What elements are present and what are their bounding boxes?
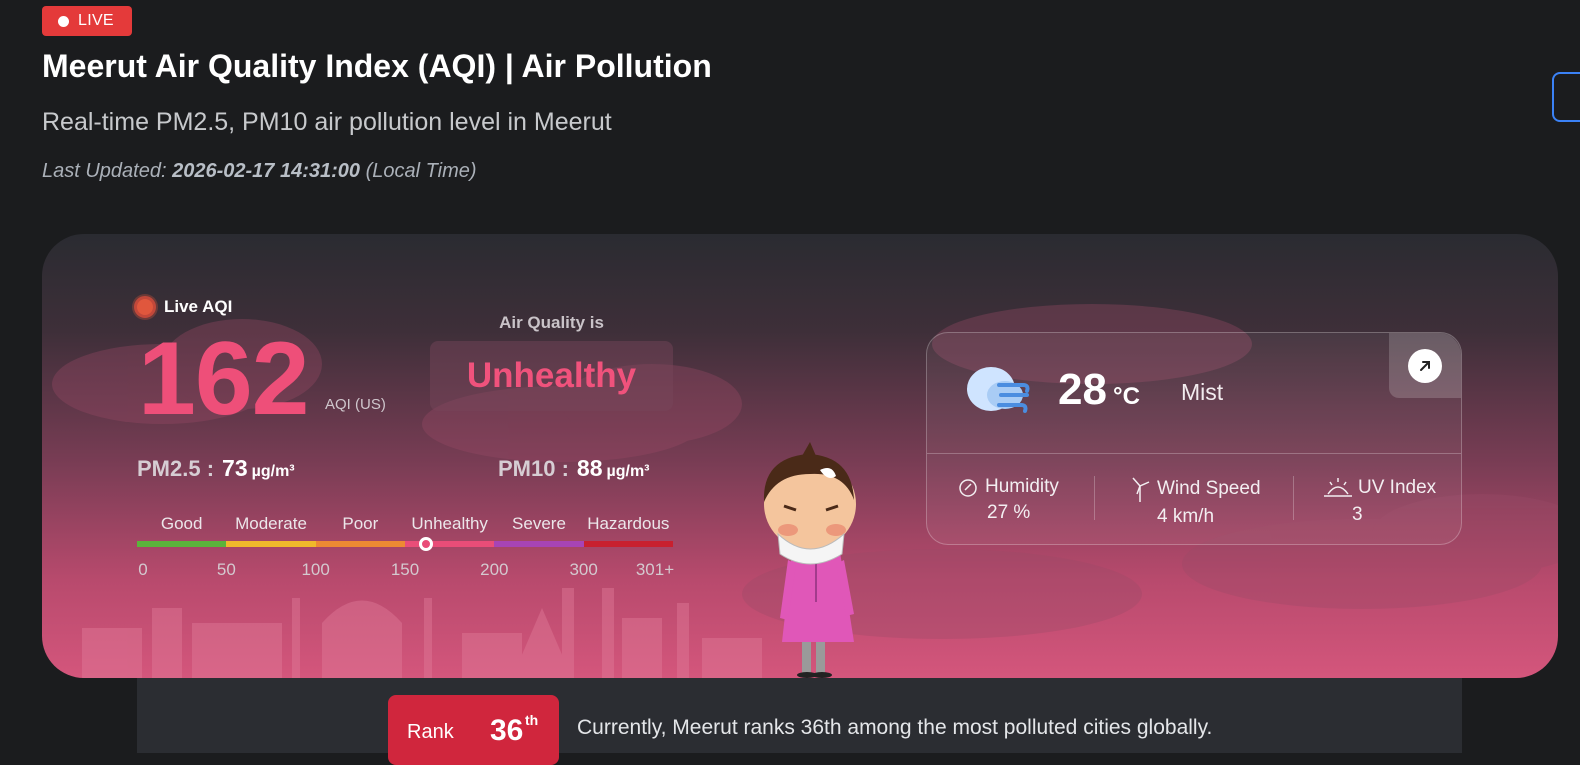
scale-number: 100: [301, 560, 330, 579]
last-updated-time: 2026-02-17 14:31:00: [172, 160, 361, 182]
temperature-value: 28: [1058, 365, 1107, 414]
wind-speed-value: 4 km/h: [1157, 506, 1215, 527]
wind-speed-metric: Wind Speed 4 km/h: [1129, 476, 1261, 528]
masked-character-illustration: [763, 442, 856, 678]
air-quality-status-text: Unhealthy: [466, 356, 637, 395]
wind-speed-label: Wind Speed: [1157, 478, 1261, 499]
pm10-unit: µg/m³: [606, 463, 650, 480]
scale-number: 0: [138, 560, 148, 579]
scale-number: 300: [569, 560, 598, 579]
scale-label-good: Good: [160, 514, 203, 533]
temperature-unit: °C: [1113, 383, 1140, 410]
scale-label-moderate: Moderate: [235, 514, 307, 533]
live-aqi-dot-icon: [134, 296, 156, 318]
aqi-scale-labels: Good Moderate Poor Unhealthy Severe Haza…: [137, 514, 673, 534]
aqi-scale-numbers: 0 50 100 150 200 300 301+: [137, 560, 675, 580]
humidity-metric: Humidity 27 %: [957, 476, 1059, 524]
cloud-wind-icon: [967, 367, 1030, 413]
scale-segment-hazardous: [583, 541, 673, 547]
page-subtitle: Real-time PM2.5, PM10 air pollution leve…: [42, 108, 612, 136]
rank-description: Currently, Meerut ranks 36th among the m…: [577, 716, 1213, 739]
pm25-unit: µg/m³: [251, 463, 295, 480]
scale-number: 150: [390, 560, 420, 579]
scale-segment-good: [137, 541, 227, 547]
pm25-label: PM2.5 :: [137, 456, 215, 481]
weather-metrics: Humidity 27 % Wind Speed 4 km/h UV Index…: [927, 454, 1461, 546]
aqi-scale-bar: [137, 541, 673, 547]
live-aqi-label: Live AQI: [164, 297, 233, 316]
uv-index-label: UV Index: [1358, 477, 1437, 498]
air-quality-label: Air Quality is: [499, 313, 604, 332]
pm10-value: 88: [576, 455, 603, 481]
last-updated-prefix: Last Updated:: [42, 160, 173, 182]
metric-divider: [1094, 476, 1095, 520]
weather-card: 28 °C Mist Humidity 27 % Wind Speed 4 km…: [926, 332, 1462, 545]
scale-segment-severe: [494, 541, 584, 547]
humidity-icon: [959, 479, 977, 497]
scale-segment-poor: [315, 541, 405, 547]
scale-segment-moderate: [226, 541, 316, 547]
last-updated: Last Updated: 2026-02-17 14:31:00 (Local…: [42, 160, 477, 183]
rank-suffix: th: [525, 712, 539, 728]
rank-label: Rank: [407, 721, 454, 743]
weather-details-button[interactable]: [1389, 333, 1461, 398]
scale-label-poor: Poor: [342, 514, 379, 533]
humidity-value: 27 %: [987, 502, 1031, 523]
last-updated-suffix: (Local Time): [360, 160, 477, 182]
humidity-label: Humidity: [985, 476, 1059, 497]
aqi-unit: AQI (US): [325, 396, 386, 413]
live-badge-label: LIVE: [78, 12, 114, 29]
live-badge: LIVE: [42, 6, 132, 36]
pm25-readout: PM2.5 : 73 µg/m³: [137, 455, 295, 482]
scale-number: 50: [216, 560, 236, 579]
page-title: Meerut Air Quality Index (AQI) | Air Pol…: [42, 48, 712, 84]
scale-segment-unhealthy: [404, 541, 495, 547]
scale-label-hazardous: Hazardous: [587, 514, 670, 533]
live-dot-icon: [58, 15, 69, 27]
uv-sun-icon: [1324, 478, 1352, 497]
pm25-value: 73: [222, 455, 248, 481]
scale-label-severe: Severe: [512, 514, 566, 533]
arrow-up-right-icon: [1408, 348, 1442, 383]
metric-divider: [1293, 476, 1294, 520]
side-action-button[interactable]: [1552, 72, 1580, 122]
pm10-label: PM10 :: [498, 456, 569, 481]
uv-index-value: 3: [1352, 504, 1363, 525]
scale-number: 301+: [635, 560, 675, 579]
weather-condition: Mist: [1181, 379, 1224, 405]
scale-number: 200: [480, 560, 509, 579]
air-quality-status: Unhealthy: [430, 341, 673, 411]
aqi-value: 162: [138, 321, 310, 437]
uv-index-metric: UV Index 3: [1324, 476, 1436, 526]
rank-badge: Rank 36 th: [388, 695, 559, 765]
live-aqi-indicator: Live AQI: [134, 296, 232, 318]
aqi-card: Live AQI 162 AQI (US) Air Quality is Unh…: [42, 234, 1558, 678]
wind-turbine-icon: [1132, 477, 1150, 502]
weather-summary: 28 °C Mist: [927, 333, 1461, 453]
scale-label-unhealthy: Unhealthy: [411, 514, 488, 533]
pm10-readout: PM10 : 88 µg/m³: [498, 455, 650, 482]
rank-number: 36: [490, 714, 524, 747]
